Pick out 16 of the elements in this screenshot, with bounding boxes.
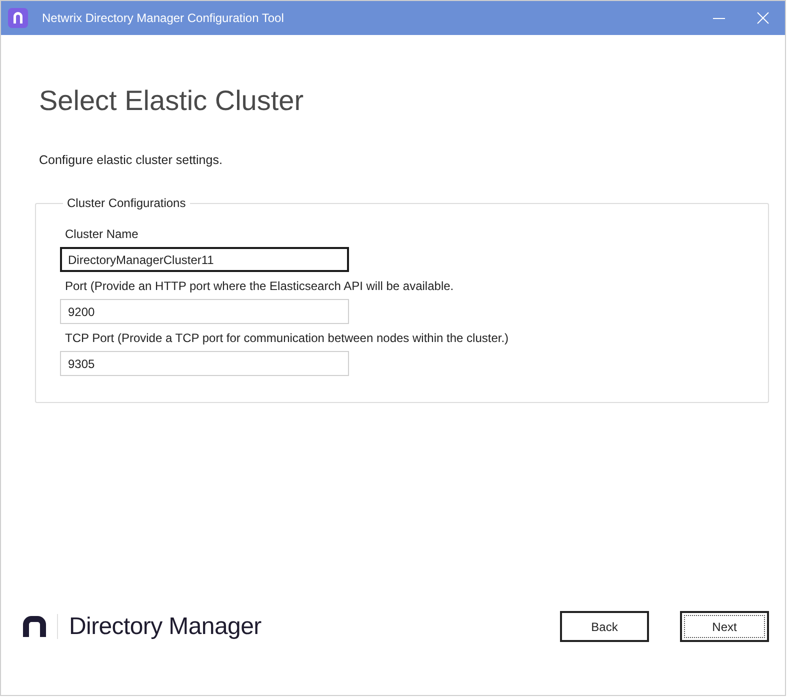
text-field[interactable]: 9200 <box>60 299 349 324</box>
close-icon <box>757 12 769 24</box>
brand-name: Directory Manager <box>69 612 262 642</box>
window-title: Netwrix Directory Manager Configuration Tool <box>42 10 284 27</box>
field-label: Port (Provide an HTTP port where the Elasticsearch API will be available. <box>64 278 455 294</box>
field-label: TCP Port (Provide a TCP port for communication between nodes within the cluster.) <box>64 330 510 346</box>
app-logo-icon <box>8 8 28 28</box>
page-description: Configure elastic cluster settings. <box>39 152 224 169</box>
group-legend: Cluster Configurations <box>63 195 190 211</box>
page-heading: Select Elastic Cluster <box>39 84 305 118</box>
text-field[interactable]: 9305 <box>60 351 349 376</box>
text-field[interactable]: DirectoryManagerCluster11 <box>60 247 349 272</box>
footer-button[interactable]: Next <box>680 611 769 642</box>
brand-logo-icon <box>23 616 46 637</box>
footer-button[interactable]: Back <box>560 611 649 642</box>
field-label: Cluster Name <box>64 226 140 242</box>
